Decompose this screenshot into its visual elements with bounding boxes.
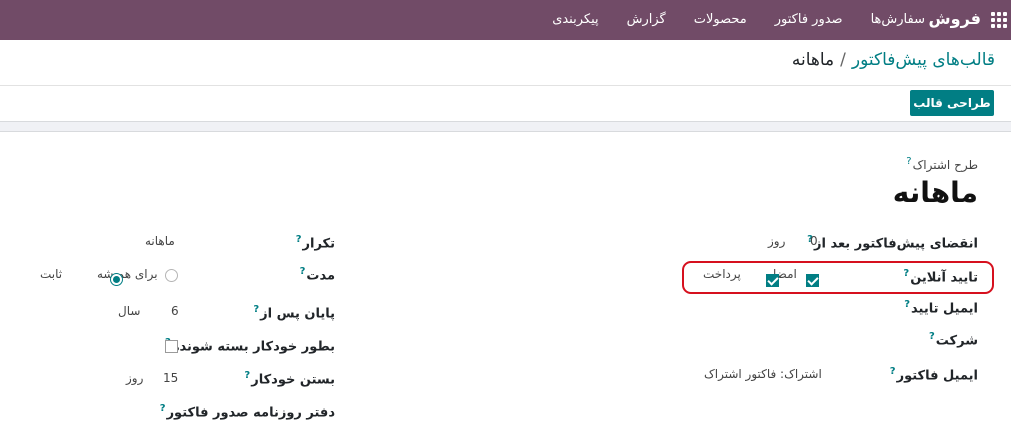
help-icon[interactable]: ? xyxy=(890,366,896,377)
app-brand[interactable]: فروش xyxy=(929,9,981,28)
header-divider xyxy=(0,85,1011,86)
duration-label: مدت? xyxy=(299,266,335,284)
help-icon[interactable]: ? xyxy=(300,266,306,277)
help-icon[interactable]: ? xyxy=(929,331,935,342)
menu-configuration[interactable]: پیکربندی xyxy=(552,12,598,27)
duration-fixed-radio[interactable] xyxy=(110,273,124,286)
invoice-email-value[interactable]: اشتراک: فاکتور اشتراک xyxy=(704,367,822,381)
invoice-journal-label: دفتر روزنامه صدور فاکتور? xyxy=(159,403,335,421)
close-after-unit: روز xyxy=(126,371,144,385)
breadcrumb: قالب‌های پیش‌فاکتور /ماهانه xyxy=(792,50,995,70)
auto-close-checkbox[interactable] xyxy=(165,340,178,353)
close-after-label: بستن خودکار? xyxy=(244,370,335,388)
duration-forever-radio[interactable] xyxy=(165,269,178,282)
help-icon[interactable]: ? xyxy=(906,156,911,167)
breadcrumb-separator: / xyxy=(840,50,846,70)
control-panel: قالب‌های پیش‌فاکتور /ماهانه طراحی قالب xyxy=(0,40,1011,122)
menu-reporting[interactable]: گزارش xyxy=(627,12,666,27)
help-icon[interactable]: ? xyxy=(296,234,302,245)
expiry-label: انقضای پیش‌فاکتور بعد از? xyxy=(807,234,978,252)
help-icon[interactable]: ? xyxy=(904,299,910,310)
confirmation-email-label: ایمیل تایید? xyxy=(904,299,978,317)
company-label: شرکت? xyxy=(928,331,978,349)
help-icon[interactable]: ? xyxy=(253,304,259,315)
help-icon[interactable]: ? xyxy=(160,403,166,414)
main-menu: سفارش‌ها صدور فاکتور محصولات گزارش پیکرب… xyxy=(552,12,925,27)
end-after-value[interactable]: 6 xyxy=(171,304,179,318)
breadcrumb-parent[interactable]: قالب‌های پیش‌فاکتور xyxy=(852,50,995,70)
subscription-plan-label: طرح اشتراک? xyxy=(906,156,978,172)
top-navbar: فروش سفارش‌ها صدور فاکتور محصولات گزارش … xyxy=(0,0,1011,40)
menu-invoicing[interactable]: صدور فاکتور xyxy=(775,12,843,27)
highlight-box xyxy=(682,261,994,294)
auto-close-label: بطور خودکار بسته شونده? xyxy=(165,337,335,354)
duration-fixed-label: ثابت xyxy=(40,267,63,281)
menu-orders[interactable]: سفارش‌ها xyxy=(871,12,925,27)
expiry-unit: روز xyxy=(768,234,786,248)
invoice-email-label: ایمیل فاکتور? xyxy=(889,366,978,384)
record-name[interactable]: ماهانه xyxy=(893,176,978,209)
design-template-button[interactable]: طراحی قالب xyxy=(910,90,994,116)
breadcrumb-current: ماهانه xyxy=(791,50,835,70)
menu-products[interactable]: محصولات xyxy=(694,12,747,27)
expiry-value[interactable]: 0 xyxy=(810,234,818,248)
recurrence-value[interactable]: ماهانه xyxy=(145,234,175,248)
recurrence-label: تکرار? xyxy=(295,234,335,252)
end-after-unit: سال xyxy=(118,304,141,318)
help-icon[interactable]: ? xyxy=(244,370,250,381)
end-after-label: پایان پس از? xyxy=(253,304,335,322)
apps-menu-icon[interactable] xyxy=(991,12,1007,28)
form-sheet: طرح اشتراک? ماهانه انقضای پیش‌فاکتور بعد… xyxy=(0,131,1011,444)
duration-forever-label: برای همیشه xyxy=(97,267,158,281)
close-after-value[interactable]: 15 xyxy=(163,371,178,385)
